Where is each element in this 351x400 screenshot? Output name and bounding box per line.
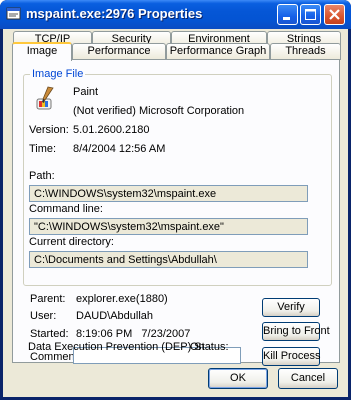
- tab-performance-graph[interactable]: Performance Graph: [166, 43, 270, 60]
- image-file-group: Image File Paint (Not verified) Microsof…: [23, 68, 332, 286]
- cancel-button[interactable]: Cancel: [278, 368, 338, 389]
- command-line-label: Command line:: [29, 203, 103, 215]
- current-directory-field[interactable]: C:\Documents and Settings\Abdullah\: [29, 251, 308, 268]
- path-label: Path:: [29, 170, 55, 182]
- properties-window: mspaint.exe:2976 Properties TCP/IP Secur…: [0, 0, 351, 400]
- product-name: Paint: [73, 86, 99, 98]
- tab-performance[interactable]: Performance: [72, 43, 166, 60]
- tab-threads[interactable]: Threads: [270, 43, 341, 60]
- time-label: Time:: [29, 143, 57, 155]
- kill-process-button[interactable]: Kill Process: [262, 347, 320, 366]
- maximize-button[interactable]: [300, 4, 321, 25]
- process-properties-icon: [6, 6, 22, 22]
- paint-brush-icon: [34, 85, 58, 111]
- verify-button[interactable]: Verify: [262, 298, 320, 317]
- kill-process-button-label: Kill Process: [263, 350, 321, 362]
- image-tab-panel: Image File Paint (Not verified) Microsof…: [12, 59, 340, 366]
- title-bar[interactable]: mspaint.exe:2976 Properties: [0, 0, 351, 29]
- bring-to-front-button[interactable]: Bring to Front: [262, 322, 330, 341]
- version-label: Version:: [29, 124, 69, 136]
- cancel-button-label: Cancel: [290, 372, 326, 384]
- verify-button-label: Verify: [277, 301, 305, 313]
- ok-button[interactable]: OK: [208, 368, 268, 389]
- command-line-field[interactable]: "C:\WINDOWS\system32\mspaint.exe": [29, 218, 308, 235]
- window-title: mspaint.exe:2976 Properties: [26, 6, 203, 21]
- version-value: 5.01.2600.2180: [73, 124, 150, 136]
- image-file-group-label: Image File: [30, 68, 86, 80]
- dep-status-value: On: [190, 341, 205, 353]
- current-directory-label: Current directory:: [29, 236, 114, 248]
- bring-to-front-button-label: Bring to Front: [263, 325, 330, 337]
- ok-button-label: OK: [230, 372, 246, 384]
- company-name: (Not verified) Microsoft Corporation: [73, 105, 245, 117]
- time-value: 8/4/2004 12:56 AM: [73, 143, 166, 155]
- close-button[interactable]: [324, 4, 345, 25]
- dialog-body: TCP/IP Security Environment Strings Imag…: [3, 29, 348, 397]
- user-value: DAUD\Abdullah: [76, 310, 154, 322]
- parent-value: explorer.exe(1880): [76, 293, 168, 305]
- user-label: User:: [30, 310, 57, 322]
- started-label: Started:: [30, 328, 69, 340]
- path-field[interactable]: C:\WINDOWS\system32\mspaint.exe: [29, 185, 308, 202]
- minimize-button[interactable]: [277, 4, 298, 25]
- parent-label: Parent:: [30, 293, 66, 305]
- started-value: 8:19:06 PM 7/23/2007: [76, 328, 191, 340]
- tab-image[interactable]: Image: [12, 42, 72, 61]
